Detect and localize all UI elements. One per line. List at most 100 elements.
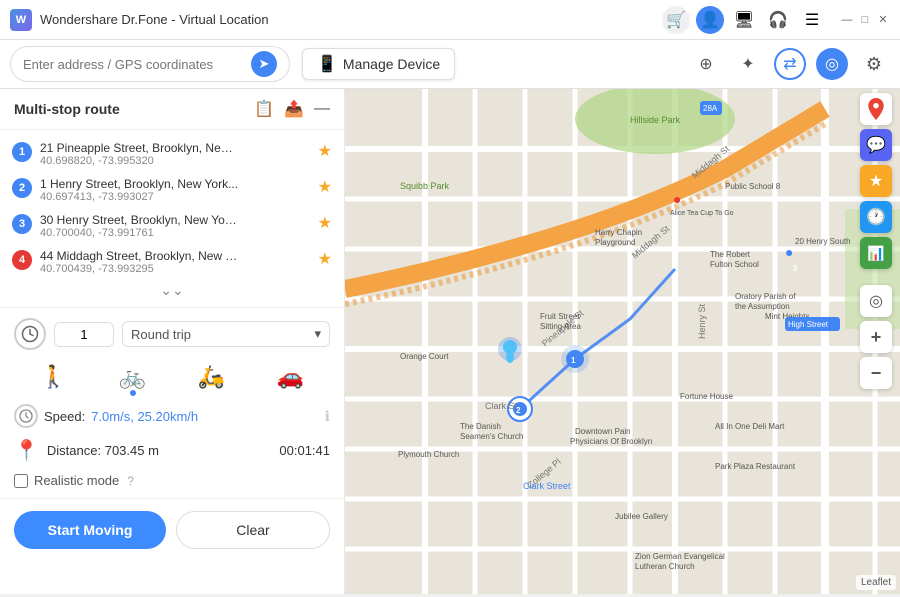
- route-item: 3 30 Henry Street, Brooklyn, New York ..…: [8, 208, 336, 244]
- route-address-2: 1 Henry Street, Brooklyn, New York...: [40, 177, 240, 191]
- svg-text:Seamen's Church: Seamen's Church: [460, 432, 523, 441]
- svg-text:Henry St: Henry St: [697, 303, 707, 339]
- route-star-3[interactable]: ★: [318, 213, 332, 233]
- user-icon[interactable]: 👤: [696, 6, 724, 34]
- sidebar-header: Multi-stop route 📋 📤 —: [0, 89, 344, 130]
- app-logo: W: [10, 9, 32, 31]
- route-star-2[interactable]: ★: [318, 177, 332, 197]
- crosshair-toolbar-button[interactable]: ⊕: [690, 48, 722, 80]
- discord-icon[interactable]: 💬: [860, 129, 892, 161]
- settings-toolbar-button[interactable]: ⚙: [858, 48, 890, 80]
- realistic-mode-label: Realistic mode: [34, 473, 119, 488]
- search-input[interactable]: [23, 57, 245, 72]
- svg-text:Park Plaza Restaurant: Park Plaza Restaurant: [715, 462, 796, 471]
- action-buttons: Start Moving Clear: [0, 499, 344, 561]
- svg-text:●: ●: [785, 244, 793, 260]
- map-background: Hillside Park 2 1 Squibb Park Pineapple …: [345, 89, 900, 594]
- route-text-3: 30 Henry Street, Brooklyn, New York ... …: [40, 213, 310, 239]
- screen-icon[interactable]: 🖥: [730, 6, 758, 34]
- route-address-1: 21 Pineapple Street, Brooklyn, New York …: [40, 141, 240, 155]
- car-mode-button[interactable]: 🚗: [273, 360, 308, 394]
- route-list: 1 21 Pineapple Street, Brooklyn, New Yor…: [0, 130, 344, 308]
- search-submit-button[interactable]: ➤: [251, 51, 277, 77]
- headset-icon[interactable]: 🎧: [764, 6, 792, 34]
- realistic-mode-help-icon[interactable]: ?: [127, 474, 134, 488]
- realistic-mode-row: Realistic mode ?: [14, 473, 330, 488]
- distance-pin-icon: 📍: [14, 438, 39, 463]
- svg-text:Lutheran Church: Lutheran Church: [635, 562, 695, 571]
- map-attribution: Leaflet: [856, 575, 896, 590]
- route-toolbar-button[interactable]: ✦: [732, 48, 764, 80]
- route-star-4[interactable]: ★: [318, 249, 332, 269]
- toolbar-right-icons: ⊕ ✦ ⇄ ◎ ⚙: [690, 48, 890, 80]
- cart-icon[interactable]: 🛒: [662, 6, 690, 34]
- svg-text:The Robert: The Robert: [710, 250, 751, 259]
- sidebar-import-icon[interactable]: 📋: [254, 99, 274, 119]
- route-item: 1 21 Pineapple Street, Brooklyn, New Yor…: [8, 136, 336, 172]
- close-button[interactable]: ✕: [876, 13, 890, 27]
- maximize-button[interactable]: □: [858, 13, 872, 27]
- virtual-toolbar-button[interactable]: ◎: [816, 48, 848, 80]
- route-coords-4: 40.700439, -73.993295: [40, 263, 310, 275]
- svg-text:Hillside Park: Hillside Park: [630, 115, 681, 125]
- svg-text:3: 3: [793, 264, 798, 273]
- svg-text:Clark St: Clark St: [485, 401, 518, 411]
- scooter-mode-button[interactable]: 🛵: [194, 360, 229, 394]
- green-icon[interactable]: 📊: [860, 237, 892, 269]
- svg-text:Orange Court: Orange Court: [400, 352, 449, 361]
- bike-mode-button[interactable]: 🚲: [115, 360, 150, 394]
- distance-display: Distance: 703.45 m: [47, 443, 159, 458]
- menu-icon[interactable]: ☰: [798, 6, 826, 34]
- route-address-3: 30 Henry Street, Brooklyn, New York ...: [40, 213, 240, 227]
- route-address-4: 44 Middagh Street, Brooklyn, New Y...: [40, 249, 240, 263]
- zoom-in-button[interactable]: +: [860, 321, 892, 353]
- sidebar: Multi-stop route 📋 📤 — 1 21 Pineapple St…: [0, 89, 345, 594]
- route-coords-2: 40.697413, -73.993027: [40, 191, 310, 203]
- location-target-icon[interactable]: ◎: [860, 285, 892, 317]
- speed-trip-row: 1 Round trip ▾: [14, 318, 330, 350]
- svg-text:Harry Chapin: Harry Chapin: [595, 228, 642, 237]
- speed-meter-icon: [14, 318, 46, 350]
- route-num-3: 3: [12, 214, 32, 234]
- sidebar-title: Multi-stop route: [14, 101, 120, 117]
- google-maps-icon[interactable]: [860, 93, 892, 125]
- minimize-button[interactable]: —: [840, 13, 854, 27]
- route-text-1: 21 Pineapple Street, Brooklyn, New York …: [40, 141, 310, 167]
- star-icon[interactable]: ★: [860, 165, 892, 197]
- clear-button[interactable]: Clear: [176, 511, 330, 549]
- speed-info-icon[interactable]: ℹ: [325, 408, 330, 425]
- zoom-out-button[interactable]: −: [860, 357, 892, 389]
- clock-icon[interactable]: 🕐: [860, 201, 892, 233]
- expand-routes-icon[interactable]: ⌄⌄: [8, 280, 336, 301]
- route-star-1[interactable]: ★: [318, 141, 332, 161]
- svg-text:Sitting Area: Sitting Area: [540, 322, 581, 331]
- speed-count-input[interactable]: 1: [54, 322, 114, 347]
- distance-row: 📍 Distance: 703.45 m 00:01:41: [14, 438, 330, 463]
- svg-text:Alice Tea Cup To Go: Alice Tea Cup To Go: [670, 210, 734, 217]
- map-area[interactable]: Hillside Park 2 1 Squibb Park Pineapple …: [345, 89, 900, 594]
- walk-mode-button[interactable]: 🚶: [36, 360, 71, 394]
- route-num-1: 1: [12, 142, 32, 162]
- sidebar-export-icon[interactable]: 📤: [284, 99, 304, 119]
- svg-text:20 Henry South: 20 Henry South: [795, 237, 851, 246]
- svg-text:Fruit Street: Fruit Street: [540, 312, 580, 321]
- map-right-panel: 💬 ★ 🕐 📊 ◎ + −: [860, 93, 892, 389]
- route-text-2: 1 Henry Street, Brooklyn, New York... 40…: [40, 177, 310, 203]
- sidebar-minimize-icon[interactable]: —: [314, 100, 330, 118]
- route-item: 4 44 Middagh Street, Brooklyn, New Y... …: [8, 244, 336, 280]
- trip-type-select[interactable]: Round trip ▾: [122, 321, 330, 347]
- multistop-toolbar-button[interactable]: ⇄: [774, 48, 806, 80]
- svg-text:Public School 8: Public School 8: [725, 182, 781, 191]
- realistic-mode-checkbox[interactable]: [14, 474, 28, 488]
- speed-display-row: Speed: 7.0m/s, 25.20km/h ℹ: [14, 404, 330, 428]
- controls-panel: 1 Round trip ▾ 🚶 🚲 🛵 🚗: [0, 308, 344, 499]
- titlebar-right: 🛒 👤 🖥 🎧 ☰ — □ ✕: [662, 6, 890, 34]
- manage-device-button[interactable]: 📱 Manage Device: [302, 48, 455, 80]
- route-coords-1: 40.698820, -73.995320: [40, 155, 310, 167]
- window-controls: — □ ✕: [840, 13, 890, 27]
- app-title: Wondershare Dr.Fone - Virtual Location: [40, 12, 269, 27]
- route-num-4: 4: [12, 250, 32, 270]
- speedometer-icon: [14, 404, 38, 428]
- phone-icon: 📱: [317, 54, 337, 74]
- start-moving-button[interactable]: Start Moving: [14, 511, 166, 549]
